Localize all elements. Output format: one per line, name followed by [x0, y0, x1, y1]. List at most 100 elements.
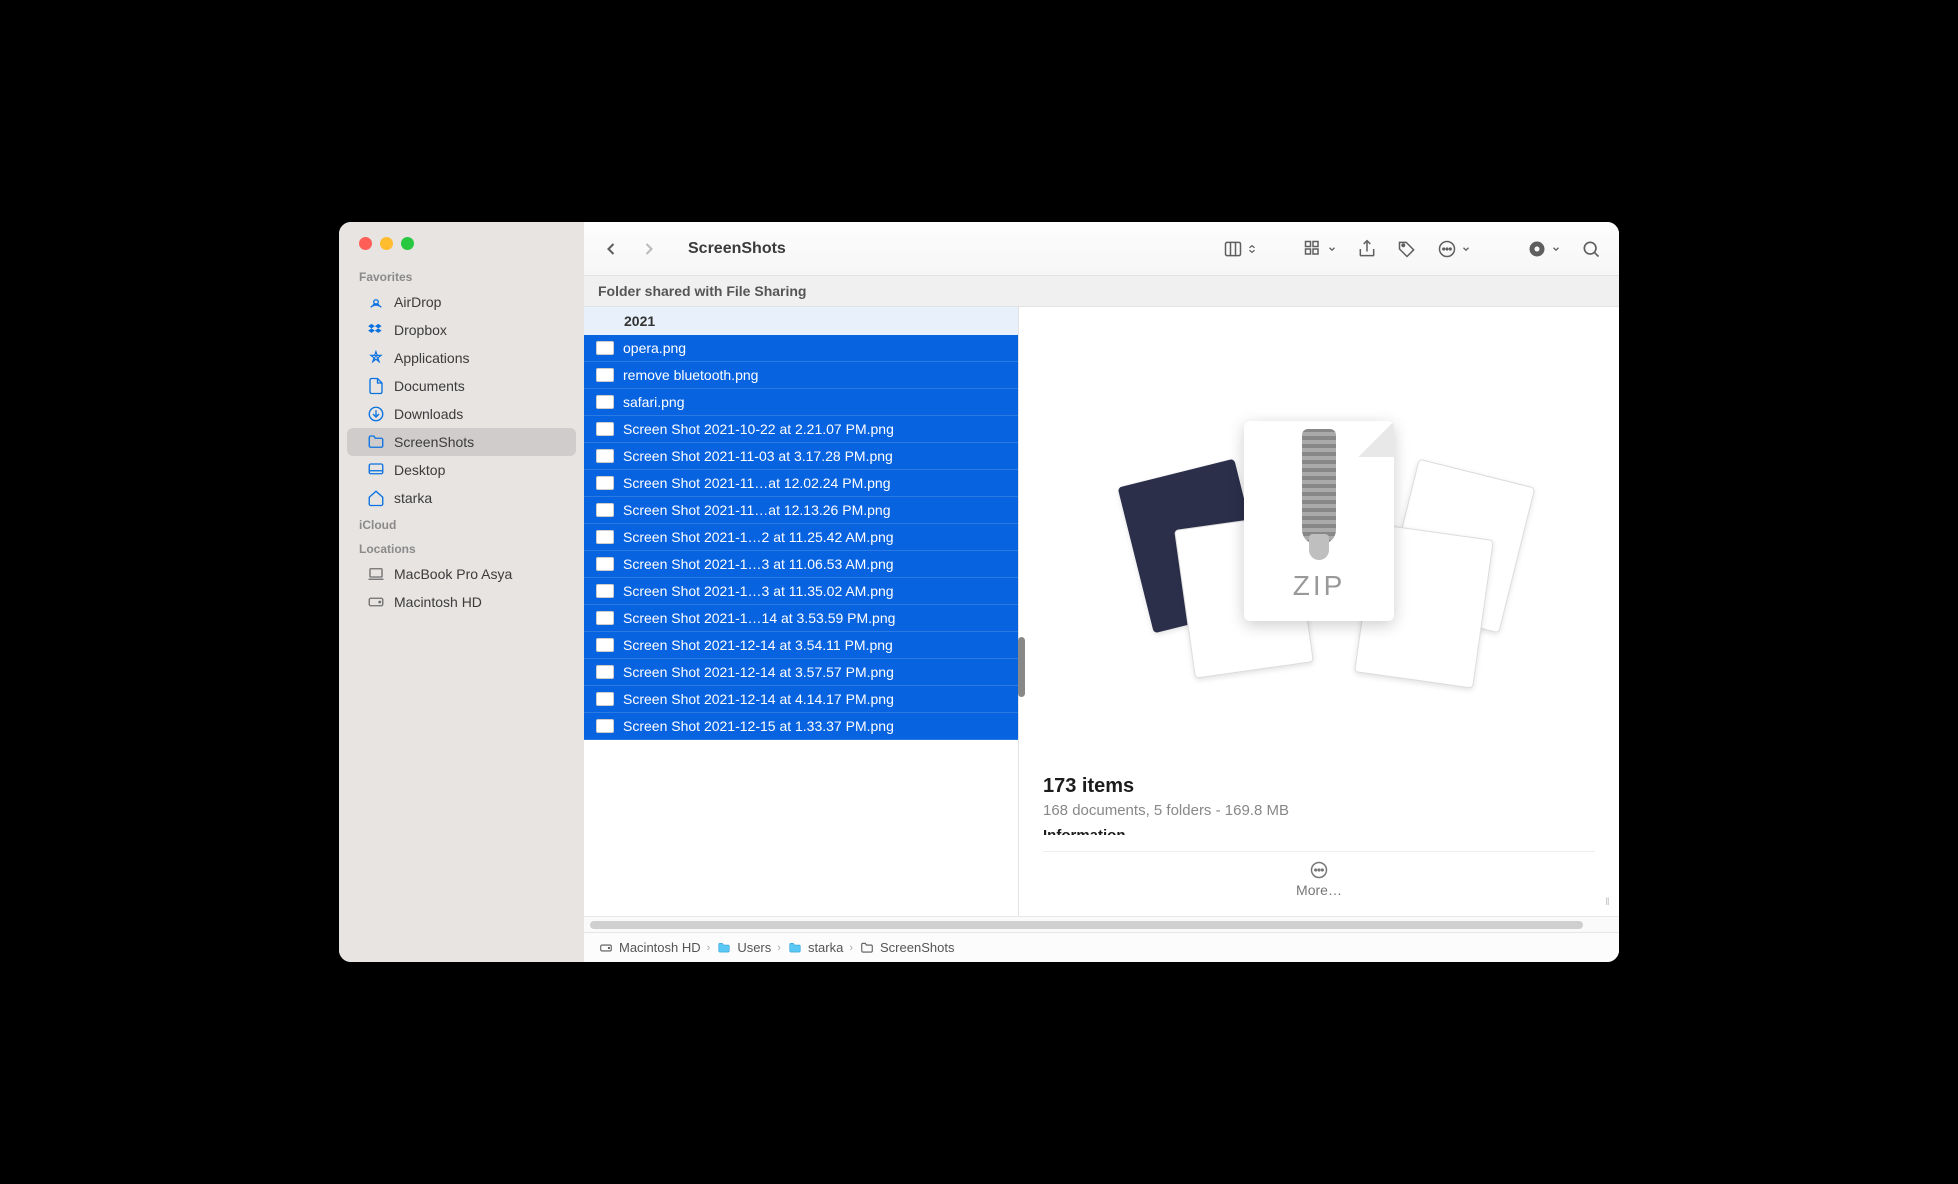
file-item[interactable]: opera.png	[584, 335, 1018, 362]
sidebar-section-label: Favorites	[339, 264, 584, 288]
path-separator-icon: ›	[849, 942, 853, 954]
sidebar-item-label: MacBook Pro Asya	[394, 566, 512, 582]
sidebar-item-label: ScreenShots	[394, 434, 474, 450]
information-heading: Information	[1043, 827, 1595, 835]
laptop-icon	[367, 565, 385, 583]
file-item[interactable]: remove bluetooth.png	[584, 362, 1018, 389]
sidebar-item-applications[interactable]: AApplications	[347, 344, 576, 372]
sidebar-item-starka[interactable]: starka	[347, 484, 576, 512]
preview-toggle-button[interactable]	[1527, 239, 1561, 259]
share-button[interactable]	[1357, 239, 1377, 259]
svg-text:A: A	[372, 353, 379, 365]
file-name: Screen Shot 2021-11…at 12.02.24 PM.png	[623, 475, 890, 491]
horizontal-scrollbar-thumb[interactable]	[590, 921, 1583, 929]
file-name: Screen Shot 2021-12-14 at 3.54.11 PM.png	[623, 637, 893, 653]
tags-button[interactable]	[1397, 239, 1417, 259]
column-resize-handle[interactable]: ‖	[1602, 897, 1613, 910]
sidebar-section-label: iCloud	[339, 512, 584, 536]
sidebar-item-screenshots[interactable]: ScreenShots	[347, 428, 576, 456]
zipper-icon	[1302, 429, 1336, 544]
file-item[interactable]: Screen Shot 2021-1…14 at 3.53.59 PM.png	[584, 605, 1018, 632]
sidebar-item-label: Documents	[394, 378, 465, 394]
group-header[interactable]: 2021	[584, 307, 1018, 335]
preview-pane: ZIP 173 items 168 documents, 5 folders -…	[1019, 307, 1619, 916]
file-item[interactable]: Screen Shot 2021-12-14 at 3.57.57 PM.png	[584, 659, 1018, 686]
file-name: Screen Shot 2021-1…3 at 11.06.53 AM.png	[623, 556, 894, 572]
traffic-lights	[339, 237, 584, 264]
sidebar-item-desktop[interactable]: Desktop	[347, 456, 576, 484]
image-file-icon	[596, 692, 614, 706]
file-list: opera.png remove bluetooth.png safari.png S…	[584, 335, 1018, 916]
image-file-icon	[596, 503, 614, 517]
sidebar-item-macintosh-hd[interactable]: Macintosh HD	[347, 588, 576, 616]
sidebar-item-label: Dropbox	[394, 322, 447, 338]
group-by-button[interactable]	[1303, 239, 1337, 259]
file-item[interactable]: Screen Shot 2021-11-03 at 3.17.28 PM.png	[584, 443, 1018, 470]
file-item[interactable]: Screen Shot 2021-1…2 at 11.25.42 AM.png	[584, 524, 1018, 551]
file-name: Screen Shot 2021-11…at 12.13.26 PM.png	[623, 502, 890, 518]
file-item[interactable]: Screen Shot 2021-12-15 at 1.33.37 PM.png	[584, 713, 1018, 740]
desktop-icon	[367, 461, 385, 479]
sidebar-item-label: AirDrop	[394, 294, 441, 310]
sidebar-item-macbook-pro-asya[interactable]: MacBook Pro Asya	[347, 560, 576, 588]
file-item[interactable]: Screen Shot 2021-1…3 at 11.06.53 AM.png	[584, 551, 1018, 578]
more-actions-button[interactable]	[1437, 239, 1471, 259]
fullscreen-window-button[interactable]	[401, 237, 414, 250]
path-segment[interactable]: Users	[716, 940, 771, 955]
file-item[interactable]: Screen Shot 2021-1…3 at 11.35.02 AM.png	[584, 578, 1018, 605]
file-item[interactable]: Screen Shot 2021-11…at 12.02.24 PM.png	[584, 470, 1018, 497]
file-name: safari.png	[623, 394, 684, 410]
folder-system-icon	[716, 941, 732, 955]
file-name: Screen Shot 2021-11-03 at 3.17.28 PM.png	[623, 448, 893, 464]
path-segment[interactable]: starka	[787, 940, 843, 955]
folder-system-icon	[787, 941, 803, 955]
path-segment[interactable]: Macintosh HD	[598, 940, 701, 955]
sidebar-item-label: Macintosh HD	[394, 594, 482, 610]
sidebar-item-label: starka	[394, 490, 432, 506]
sidebar-section-label: Locations	[339, 536, 584, 560]
file-item[interactable]: Screen Shot 2021-12-14 at 4.14.17 PM.png	[584, 686, 1018, 713]
main-area: ScreenShots	[584, 222, 1619, 962]
file-name: Screen Shot 2021-1…2 at 11.25.42 AM.png	[623, 529, 894, 545]
zip-label: ZIP	[1293, 570, 1346, 602]
close-window-button[interactable]	[359, 237, 372, 250]
folder-icon	[859, 941, 875, 955]
sidebar-item-dropbox[interactable]: Dropbox	[347, 316, 576, 344]
sidebar-item-documents[interactable]: Documents	[347, 372, 576, 400]
image-file-icon	[596, 530, 614, 544]
forward-button[interactable]	[632, 234, 666, 264]
file-item[interactable]: safari.png	[584, 389, 1018, 416]
home-icon	[367, 489, 385, 507]
path-label: Users	[737, 940, 771, 955]
file-name: Screen Shot 2021-12-14 at 4.14.17 PM.png	[623, 691, 894, 707]
content-row: 2021 opera.png remove bluetooth.png safari…	[584, 307, 1619, 916]
file-name: Screen Shot 2021-10-22 at 2.21.07 PM.png	[623, 421, 894, 437]
sidebar-item-downloads[interactable]: Downloads	[347, 400, 576, 428]
image-file-icon	[596, 449, 614, 463]
top-section: Favorites AirDrop Dropbox AApplications Docu…	[339, 222, 1619, 962]
image-file-icon	[596, 638, 614, 652]
file-name: remove bluetooth.png	[623, 367, 758, 383]
search-button[interactable]	[1581, 239, 1601, 259]
minimize-window-button[interactable]	[380, 237, 393, 250]
sidebar-item-airdrop[interactable]: AirDrop	[347, 288, 576, 316]
file-list-column: 2021 opera.png remove bluetooth.png safari…	[584, 307, 1019, 916]
path-label: starka	[808, 940, 843, 955]
sidebar-item-label: Downloads	[394, 406, 463, 422]
preview-thumbnail: ZIP	[1019, 307, 1619, 775]
image-file-icon	[596, 557, 614, 571]
path-segment[interactable]: ScreenShots	[859, 940, 954, 955]
more-button[interactable]: More…	[1043, 851, 1595, 916]
file-item[interactable]: Screen Shot 2021-10-22 at 2.21.07 PM.png	[584, 416, 1018, 443]
toolbar: ScreenShots	[584, 222, 1619, 276]
applications-icon: A	[367, 349, 385, 367]
back-button[interactable]	[594, 234, 628, 264]
path-label: ScreenShots	[880, 940, 954, 955]
file-item[interactable]: Screen Shot 2021-11…at 12.13.26 PM.png	[584, 497, 1018, 524]
horizontal-scrollbar-track[interactable]	[584, 916, 1619, 932]
file-name: Screen Shot 2021-1…3 at 11.35.02 AM.png	[623, 583, 894, 599]
file-item[interactable]: Screen Shot 2021-12-14 at 3.54.11 PM.png	[584, 632, 1018, 659]
view-mode-button[interactable]	[1223, 239, 1257, 259]
file-name: opera.png	[623, 340, 686, 356]
file-name: Screen Shot 2021-12-15 at 1.33.37 PM.png	[623, 718, 894, 734]
